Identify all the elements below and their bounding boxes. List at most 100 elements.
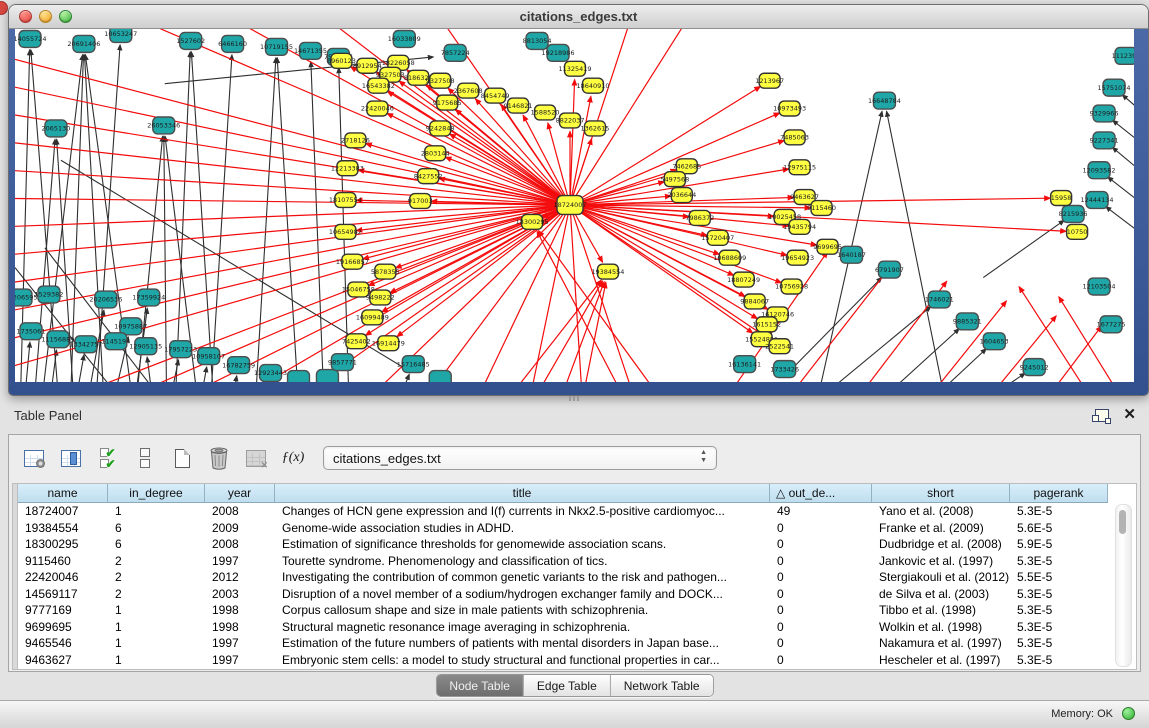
graph-node[interactable]: 8427552 (414, 169, 443, 184)
graph-node[interactable]: 20691406 (67, 35, 100, 52)
graph-node[interactable] (429, 371, 451, 382)
column-header-in_degree[interactable]: in_degree (108, 484, 205, 503)
graph-node[interactable]: 8822037 (556, 113, 585, 128)
graph-node[interactable]: 6791907 (875, 261, 904, 278)
graph-node[interactable]: 10653247 (104, 29, 137, 42)
graph-node[interactable]: 1733426 (770, 361, 799, 378)
graph-node[interactable]: 16099489 (356, 310, 389, 325)
graph-node[interactable]: 14055724 (15, 30, 46, 47)
table-row[interactable]: 1830029562008Estimation of significance … (18, 536, 1136, 553)
graph-node[interactable]: 7857224 (441, 44, 470, 61)
graph-node[interactable]: 12213383 (331, 161, 364, 176)
graph-node[interactable]: 12975115 (783, 160, 816, 175)
graph-node[interactable]: 10654982 (329, 224, 362, 239)
graph-node[interactable]: 13342757 (69, 336, 102, 353)
graph-node[interactable]: 15751074 (1098, 79, 1131, 96)
graph-node[interactable]: 9857771 (328, 354, 357, 371)
memory-status-label[interactable]: Memory: OK (1051, 708, 1113, 720)
graph-node[interactable]: 8215936 (1059, 206, 1088, 223)
graph-node[interactable]: 20206536 (89, 291, 122, 308)
graph-node[interactable]: 9699695 (813, 239, 842, 254)
graph-node[interactable]: 9227341 (1090, 132, 1119, 149)
graph-node[interactable]: 1145194 (101, 333, 130, 350)
new-column-icon[interactable] (169, 445, 195, 471)
column-header-title[interactable]: title (275, 484, 770, 503)
column-header-year[interactable]: year (205, 484, 275, 503)
column-header-out_de[interactable]: △ out_de... (770, 484, 872, 503)
graph-node[interactable]: 2065130 (41, 120, 70, 137)
graph-node[interactable]: 9327508 (426, 73, 455, 88)
delete-table-icon[interactable]: ✕ (243, 445, 269, 471)
graph-node[interactable]: 16033809 (388, 30, 421, 47)
graph-node[interactable]: 1529382 (35, 286, 64, 303)
graph-node[interactable]: 14671355 (294, 42, 327, 59)
graph-node[interactable]: 11325419 (558, 61, 591, 76)
table-settings-icon[interactable] (21, 445, 47, 471)
graph-node[interactable]: 1527602 (176, 32, 205, 49)
graph-node[interactable]: 19654923 (781, 250, 814, 265)
graph-node[interactable]: 9329966 (1090, 105, 1119, 122)
table-row[interactable]: 977716911998Corpus callosum shape and si… (18, 602, 1136, 619)
graph-node[interactable]: 16782759 (222, 357, 255, 374)
column-header-name[interactable]: name (18, 484, 108, 503)
graph-node[interactable]: 10719155 (260, 38, 293, 55)
graph-node[interactable]: 9175685 (433, 95, 462, 110)
graph-node[interactable]: 5878355 (371, 264, 400, 279)
graph-node[interactable]: 2803144 (421, 146, 450, 161)
graph-node[interactable]: 9242848 (426, 121, 455, 136)
network-canvas[interactable]: 14055724 20691406 10653247 1527602 6466160 10… (15, 29, 1134, 382)
graph-node[interactable]: 16136141 (728, 356, 761, 373)
graph-node[interactable]: 15716485 (397, 356, 430, 373)
graph-node[interactable]: 8186328 (404, 70, 433, 85)
graph-node[interactable]: 10750 (1067, 224, 1088, 239)
graph-node[interactable]: 7485063 (780, 130, 809, 145)
graph-node[interactable]: 917003 (408, 194, 433, 209)
graph-node[interactable]: 9884067 (740, 294, 769, 309)
graph-node[interactable]: 1112394 (1112, 47, 1134, 64)
panel-splitter-handle[interactable] (569, 396, 579, 401)
table-row[interactable]: 946554611997Estimation of the future num… (18, 635, 1136, 652)
graph-node[interactable]: 1640187 (837, 246, 866, 263)
table-row[interactable]: 2242004622012Investigating the contribut… (18, 569, 1136, 586)
graph-node[interactable]: 18724007 (554, 196, 587, 215)
column-visibility-icon[interactable] (58, 445, 84, 471)
table-row[interactable]: 911546021997Tourette syndrome. Phenomeno… (18, 553, 1136, 570)
tab-node-table[interactable]: Node Table (436, 675, 523, 696)
graph-node[interactable]: 9146821 (504, 98, 533, 113)
graph-node[interactable]: 1588520 (531, 105, 560, 120)
graph-node[interactable]: 1213967 (755, 73, 784, 88)
graph-node[interactable]: 7425402 (342, 334, 371, 349)
delete-column-icon[interactable] (206, 445, 232, 471)
graph-node[interactable]: 1615152 (752, 317, 781, 332)
tab-network-table[interactable]: Network Table (610, 675, 713, 696)
table-row[interactable]: 1872400712008Changes of HCN gene express… (18, 503, 1136, 520)
graph-node[interactable]: 9245012 (1020, 359, 1049, 376)
graph-node[interactable]: 2367608 (454, 83, 483, 98)
column-header-pagerank[interactable]: pagerank (1010, 484, 1108, 503)
graph-node[interactable]: 18640910 (576, 78, 609, 93)
graph-node[interactable]: 9885321 (953, 313, 982, 330)
graph-node[interactable]: 15720407 (701, 230, 734, 245)
column-header-short[interactable]: short (872, 484, 1010, 503)
table-row[interactable]: 969969511998Structural magnetic resonanc… (18, 619, 1136, 636)
graph-node[interactable]: 15958 (1051, 191, 1072, 206)
graph-node[interactable]: 2522541 (765, 339, 794, 354)
graph-node[interactable]: 9115460 (807, 201, 836, 216)
table-row[interactable]: 1938455462009Genome-wide association stu… (18, 520, 1136, 537)
graph-node[interactable] (316, 370, 338, 382)
close-panel-icon[interactable]: ✕ (1123, 405, 1136, 423)
graph-node[interactable]: 10958107 (192, 348, 225, 365)
graph-node[interactable]: 12444134 (1081, 192, 1114, 209)
graph-node[interactable]: 1362615 (581, 121, 610, 136)
table-row[interactable]: 946362711997Embryonic stem cells: a mode… (18, 652, 1136, 669)
graph-node[interactable]: 7986372 (685, 210, 714, 225)
graph-node[interactable]: 6466160 (218, 35, 247, 52)
graph-node[interactable]: 16914479 (372, 336, 405, 351)
graph-node[interactable] (288, 371, 310, 382)
graph-node[interactable]: 12103504 (1083, 278, 1116, 295)
window-titlebar[interactable]: citations_edges.txt (9, 5, 1148, 29)
graph-node[interactable]: 1604653 (980, 333, 1009, 350)
function-builder-icon[interactable]: ƒ(x) (280, 445, 306, 471)
graph-node[interactable]: 9498222 (366, 290, 395, 305)
graph-node[interactable]: 1746021 (925, 291, 954, 308)
